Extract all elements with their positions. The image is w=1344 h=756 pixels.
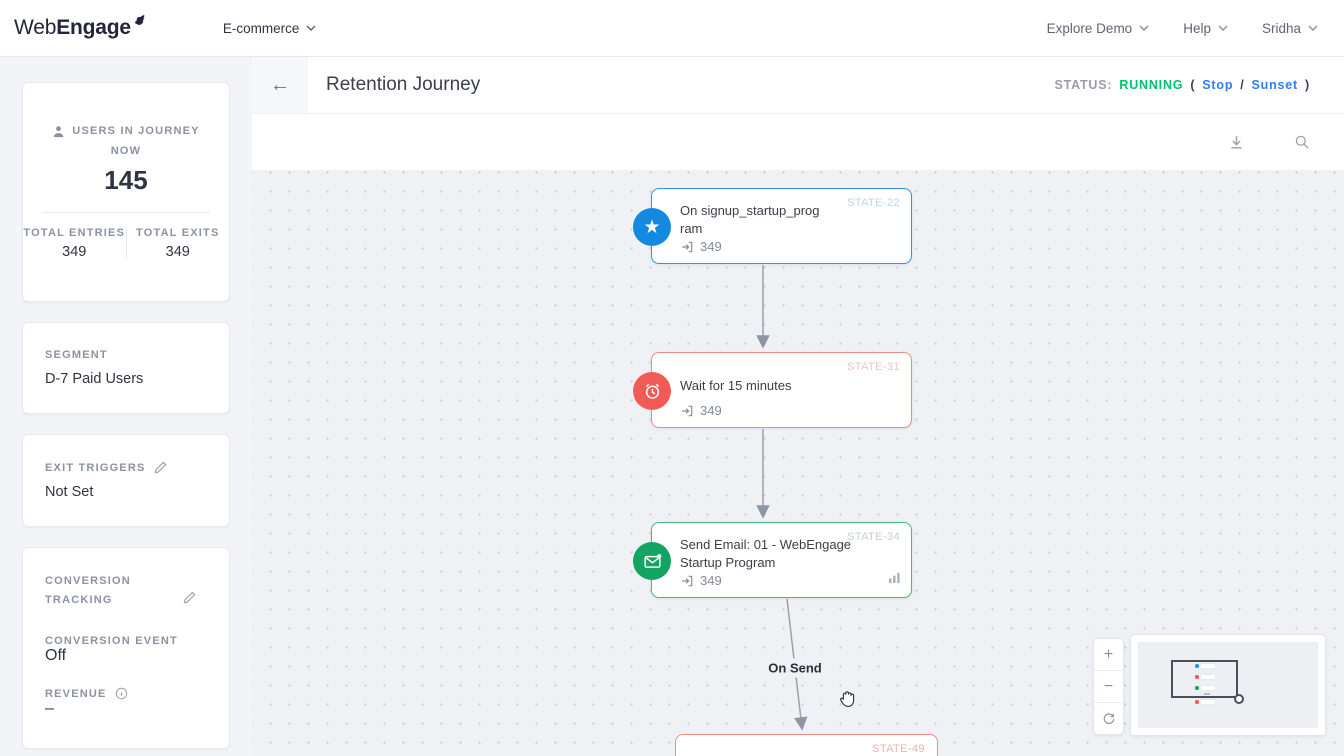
- chevron-down-icon: [306, 25, 316, 32]
- edge-label-on-send: On Send: [763, 659, 826, 678]
- exit-triggers-card: EXIT TRIGGERS Not Set: [22, 434, 230, 527]
- conversion-tracking-label: CONVERSION TRACKING: [45, 572, 175, 609]
- users-in-journey-card: USERS IN JOURNEY NOW 145 TOTAL ENTRIES 3…: [22, 82, 230, 302]
- revenue-label: REVENUE: [45, 688, 107, 700]
- node-entries-count: 349: [680, 573, 722, 588]
- node-entries-count: 349: [680, 239, 722, 254]
- node-state-label: STATE-22: [847, 197, 900, 209]
- total-entries-label: TOTAL ENTRIES: [23, 227, 126, 239]
- stats-bars-icon[interactable]: [888, 570, 901, 588]
- segment-card: SEGMENT D-7 Paid Users: [22, 322, 230, 414]
- users-in-journey-label: USERS IN JOURNEY: [72, 125, 199, 137]
- node-title: On signup_startup_program: [680, 202, 822, 237]
- explore-demo-menu[interactable]: Explore Demo: [1047, 21, 1150, 36]
- enter-icon: [680, 404, 694, 418]
- refresh-icon: [1102, 712, 1116, 726]
- status-badge: RUNNING: [1119, 78, 1183, 92]
- total-exits-label: TOTAL EXITS: [127, 227, 230, 239]
- zoom-out-button[interactable]: −: [1094, 670, 1123, 702]
- minimap[interactable]: [1130, 634, 1326, 736]
- divider: [42, 212, 210, 213]
- person-icon: [52, 125, 65, 138]
- canvas-toolbar: [252, 114, 1344, 170]
- top-navbar: WebEngage E-commerce Explore Demo Help S…: [0, 0, 1344, 57]
- conversion-event-value: Off: [45, 647, 207, 665]
- node-partial[interactable]: STATE-49: [675, 734, 938, 756]
- minimap-node-red2: [1195, 700, 1215, 704]
- grab-cursor: [836, 688, 858, 715]
- segment-value: D-7 Paid Users: [45, 371, 207, 387]
- chevron-down-icon: [1218, 25, 1228, 32]
- segment-label: SEGMENT: [45, 349, 207, 361]
- conversion-event-label: CONVERSION EVENT: [45, 635, 207, 647]
- node-send-email[interactable]: STATE-34 Send Email: 01 - WebEngage Star…: [651, 522, 912, 598]
- sunset-link[interactable]: Sunset: [1252, 78, 1298, 92]
- zoom-controls: + −: [1093, 638, 1124, 735]
- logo-text: WebEngage: [14, 16, 131, 40]
- search-icon[interactable]: [1294, 134, 1310, 150]
- zoom-in-button[interactable]: +: [1094, 639, 1123, 670]
- node-state-label: STATE-31: [847, 361, 900, 373]
- stop-link[interactable]: Stop: [1202, 78, 1233, 92]
- journey-header: ← Retention Journey STATUS: RUNNING ( St…: [252, 57, 1344, 114]
- minimap-resize-handle[interactable]: [1234, 694, 1244, 704]
- pencil-icon[interactable]: [154, 461, 167, 474]
- info-icon[interactable]: [115, 687, 128, 700]
- journey-canvas[interactable]: STATE-22 On signup_startup_program 349 ★…: [252, 170, 1344, 756]
- back-button[interactable]: ←: [252, 57, 308, 113]
- users-now-count: 145: [104, 165, 147, 196]
- envelope-icon: [633, 542, 671, 580]
- enter-icon: [680, 574, 694, 588]
- node-title: Send Email: 01 - WebEngage Startup Progr…: [680, 536, 882, 571]
- revenue-value: –: [45, 700, 207, 718]
- page-title: Retention Journey: [326, 74, 480, 96]
- alarm-clock-icon: [633, 372, 671, 410]
- status-group: STATUS: RUNNING ( Stop / Sunset ): [1054, 78, 1344, 92]
- node-entry-trigger[interactable]: STATE-22 On signup_startup_program 349 ★: [651, 188, 912, 264]
- conversion-tracking-card: CONVERSION TRACKING CONVERSION EVENT Off…: [22, 547, 230, 749]
- chevron-down-icon: [1139, 25, 1149, 32]
- node-entries-count: 349: [680, 403, 722, 418]
- node-state-label: STATE-49: [872, 743, 925, 755]
- exit-triggers-value: Not Set: [45, 484, 207, 500]
- status-label: STATUS:: [1054, 78, 1112, 92]
- reset-zoom-button[interactable]: [1094, 702, 1123, 734]
- minimap-inner: [1138, 642, 1318, 728]
- back-arrow-icon: ←: [270, 74, 290, 97]
- exit-triggers-label: EXIT TRIGGERS: [45, 462, 146, 474]
- node-title: Wait for 15 minutes: [680, 377, 792, 395]
- node-wait[interactable]: STATE-31 Wait for 15 minutes 349: [651, 352, 912, 428]
- user-menu[interactable]: Sridha: [1262, 21, 1318, 36]
- chevron-down-icon: [1308, 25, 1318, 32]
- pencil-icon[interactable]: [183, 591, 196, 604]
- enter-icon: [680, 240, 694, 254]
- now-label: NOW: [111, 145, 141, 157]
- download-icon[interactable]: [1228, 134, 1245, 151]
- total-entries-value: 349: [23, 244, 126, 260]
- workspace-selector[interactable]: E-commerce: [223, 21, 317, 36]
- webengage-logo[interactable]: WebEngage: [14, 16, 147, 40]
- minimap-viewport[interactable]: [1171, 660, 1238, 698]
- star-icon: ★: [633, 208, 671, 246]
- help-menu[interactable]: Help: [1183, 21, 1228, 36]
- journey-sidebar: USERS IN JOURNEY NOW 145 TOTAL ENTRIES 3…: [0, 57, 252, 756]
- total-exits-value: 349: [127, 244, 230, 260]
- bird-icon: [127, 13, 147, 38]
